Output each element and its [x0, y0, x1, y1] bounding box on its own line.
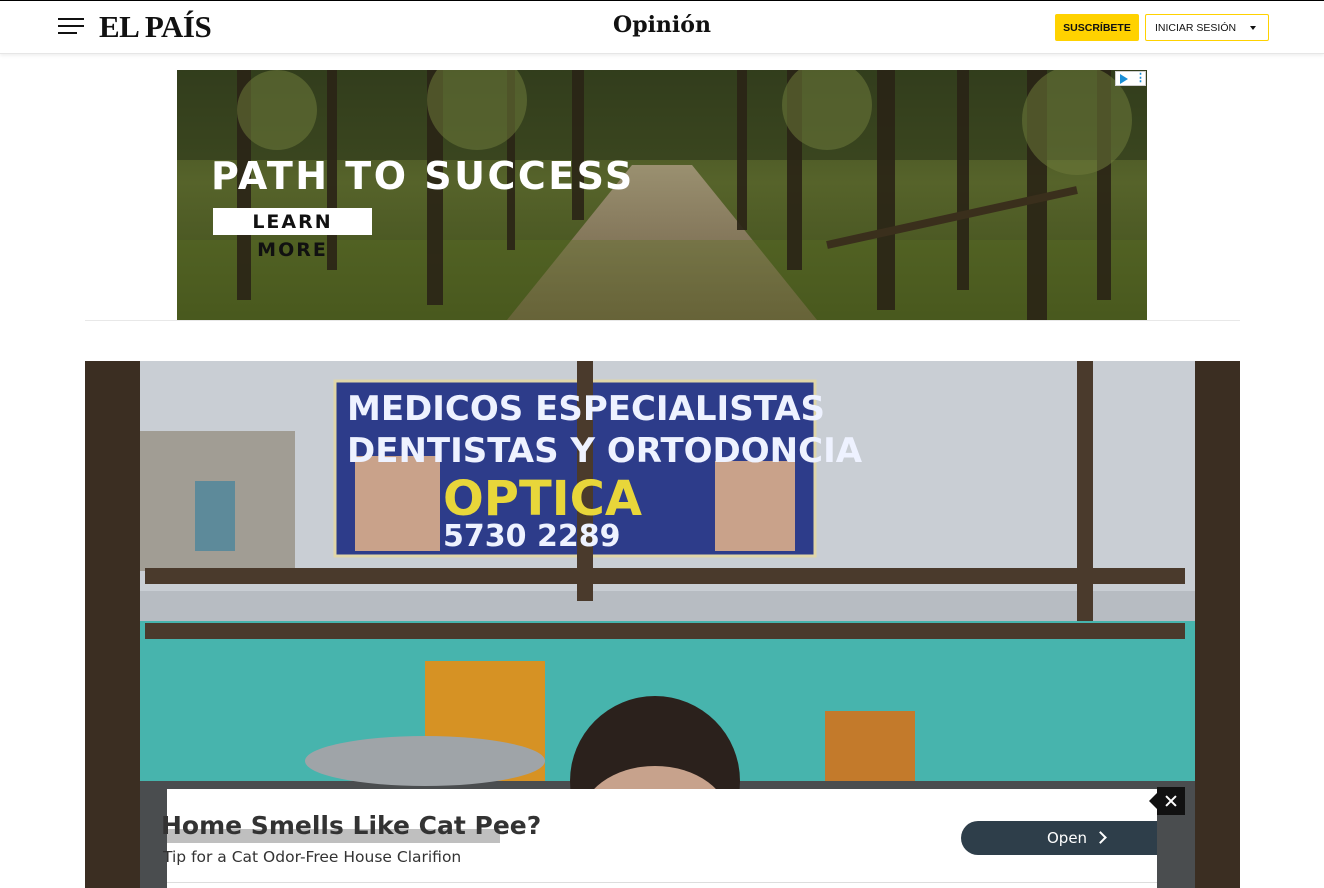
learn-more-button[interactable]: LEARN MORE	[213, 208, 372, 261]
ad-divider	[167, 882, 1157, 883]
sign-phone: 5730 2289	[443, 519, 621, 554]
sign-line-2: DENTISTAS Y ORTODONCIA	[347, 431, 863, 471]
close-icon[interactable]	[1149, 787, 1185, 815]
site-header: EL PAÍS Opinión SUSCRÍBETE INICIAR SESIÓ…	[0, 1, 1324, 54]
sign-line-1: MEDICOS ESPECIALISTAS	[347, 389, 826, 429]
ad-title[interactable]: Home Smells Like Cat Pee?	[161, 811, 541, 840]
ad-subtitle: Tip for a Cat Odor-Free House Clarifion	[163, 848, 462, 866]
section-divider	[85, 320, 1240, 321]
chevron-right-icon	[1094, 831, 1107, 844]
login-button[interactable]: INICIAR SESIÓN	[1145, 14, 1269, 41]
login-label: INICIAR SESIÓN	[1155, 22, 1237, 34]
open-button[interactable]: Open	[961, 821, 1157, 855]
adchoices-icon[interactable]: ⋮	[1115, 71, 1146, 86]
top-ad-banner[interactable]: PATH TO SUCCESS LEARN MORE ⋮	[177, 70, 1147, 320]
ad-headline: PATH TO SUCCESS	[211, 154, 635, 198]
chevron-down-icon[interactable]	[1250, 26, 1256, 30]
subscribe-button[interactable]: SUSCRÍBETE	[1055, 14, 1139, 41]
open-label: Open	[1047, 829, 1088, 847]
bottom-sticky-ad[interactable]: Home Smells Like Cat Pee? Tip for a Cat …	[161, 789, 1157, 888]
